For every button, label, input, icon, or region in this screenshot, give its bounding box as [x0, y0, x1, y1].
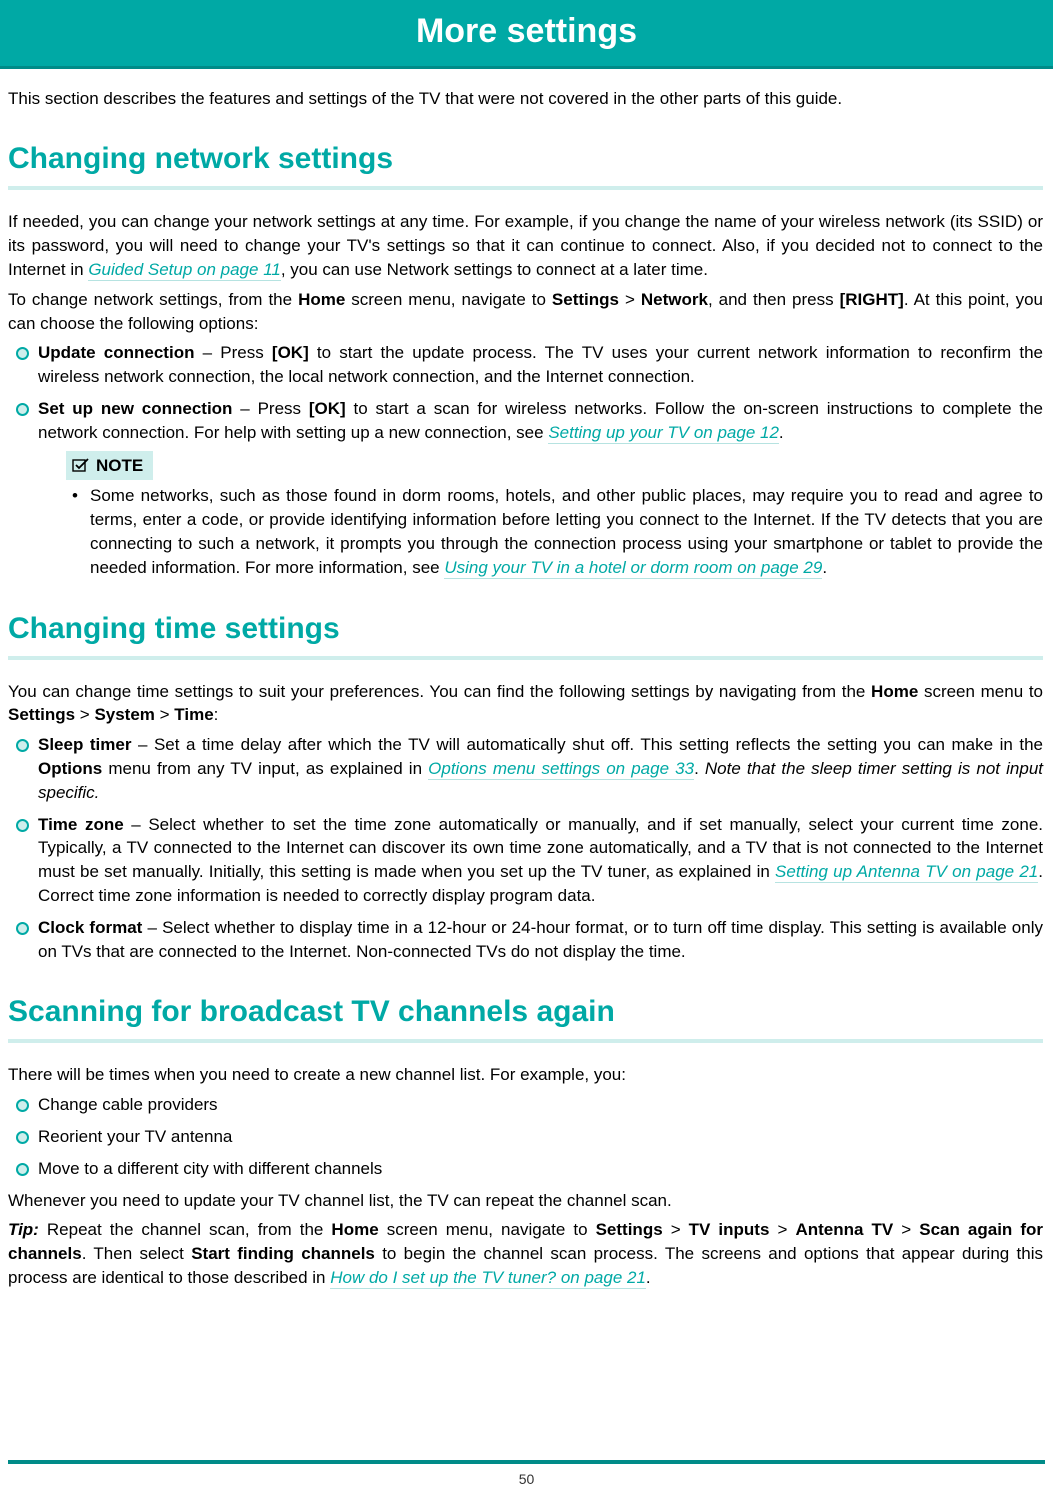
- section-divider: [8, 656, 1043, 660]
- tip-label: Tip:: [8, 1220, 39, 1239]
- list-item: Change cable providers: [12, 1093, 1043, 1117]
- scan-tip-paragraph: Tip: Repeat the channel scan, from the H…: [8, 1218, 1043, 1289]
- link-setting-up-tv[interactable]: Setting up your TV on page 12: [548, 423, 779, 444]
- section-divider: [8, 186, 1043, 190]
- list-item: Some networks, such as those found in do…: [66, 484, 1043, 579]
- link-tv-tuner-setup[interactable]: How do I set up the TV tuner? on page 21: [330, 1268, 646, 1289]
- section-heading-scanning: Scanning for broadcast TV channels again: [8, 991, 1043, 1035]
- section-heading-network: Changing network settings: [8, 138, 1043, 182]
- list-item: Update connection – Press [OK] to start …: [12, 341, 1043, 389]
- intro-paragraph: This section describes the features and …: [8, 87, 1043, 111]
- list-item: Set up new connection – Press [OK] to st…: [12, 397, 1043, 580]
- network-paragraph-2: To change network settings, from the Hom…: [8, 288, 1043, 336]
- scan-reasons-list: Change cable providers Reorient your TV …: [12, 1093, 1043, 1180]
- list-item: Clock format – Select whether to display…: [12, 916, 1043, 964]
- section-divider: [8, 1039, 1043, 1043]
- page-content: This section describes the features and …: [0, 69, 1053, 1290]
- network-options-list: Update connection – Press [OK] to start …: [12, 341, 1043, 579]
- time-options-list: Sleep timer – Set a time delay after whi…: [12, 733, 1043, 963]
- link-options-menu[interactable]: Options menu settings on page 33: [428, 759, 694, 780]
- link-antenna-tv-setup[interactable]: Setting up Antenna TV on page 21: [775, 862, 1038, 883]
- scan-paragraph-2: Whenever you need to update your TV chan…: [8, 1189, 1043, 1213]
- list-item: Move to a different city with different …: [12, 1157, 1043, 1181]
- time-paragraph-1: You can change time settings to suit you…: [8, 680, 1043, 728]
- list-item: Reorient your TV antenna: [12, 1125, 1043, 1149]
- check-icon: [72, 458, 90, 472]
- note-block: NOTE Some networks, such as those found …: [66, 451, 1043, 580]
- page-title-banner: More settings: [0, 0, 1053, 69]
- section-heading-time: Changing time settings: [8, 608, 1043, 652]
- list-item: Time zone – Select whether to set the ti…: [12, 813, 1043, 908]
- page-number: 50: [0, 1470, 1053, 1490]
- network-paragraph-1: If needed, you can change your network s…: [8, 210, 1043, 281]
- page-title: More settings: [416, 12, 637, 50]
- note-list: Some networks, such as those found in do…: [66, 484, 1043, 579]
- footer-divider: [8, 1460, 1045, 1464]
- note-label: NOTE: [96, 454, 143, 478]
- link-hotel-dorm[interactable]: Using your TV in a hotel or dorm room on…: [444, 558, 822, 579]
- note-badge: NOTE: [66, 451, 153, 481]
- link-guided-setup[interactable]: Guided Setup on page 11: [88, 260, 281, 281]
- page-footer: 50: [0, 1460, 1053, 1509]
- list-item: Sleep timer – Set a time delay after whi…: [12, 733, 1043, 804]
- scan-paragraph-1: There will be times when you need to cre…: [8, 1063, 1043, 1087]
